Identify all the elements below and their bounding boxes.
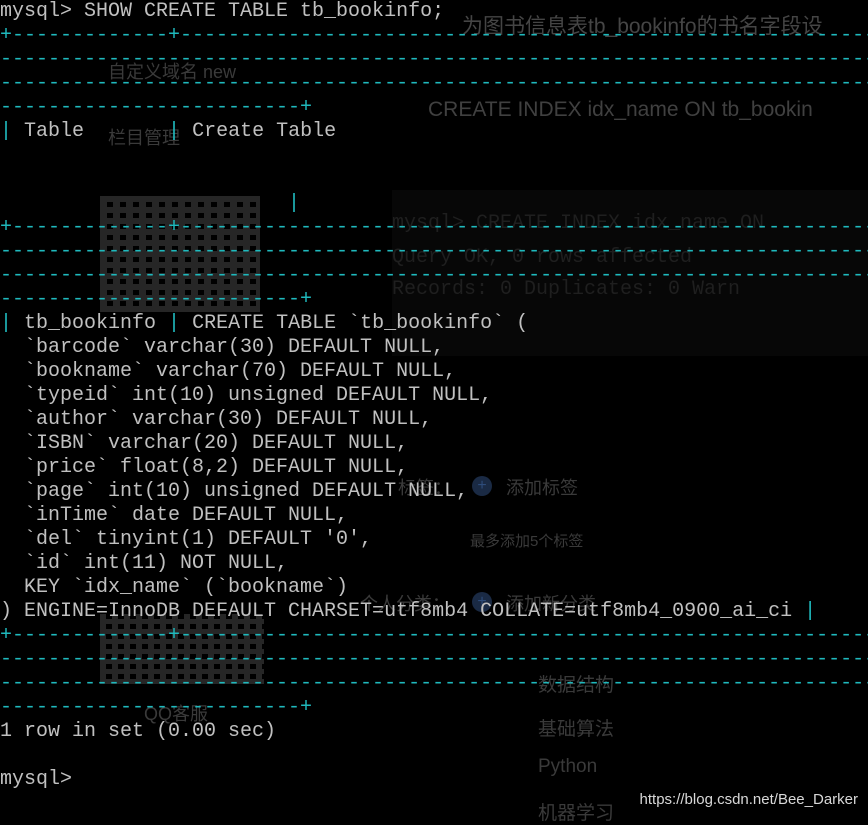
column-separator: |: [804, 600, 817, 623]
table-border-line: +-------------+-------------------------…: [0, 624, 868, 647]
watermark-url: https://blog.csdn.net/Bee_Darker: [639, 791, 858, 808]
table-row-line: `typeid` int(10) unsigned DEFAULT NULL,: [0, 384, 493, 407]
table-border-line: -------------------------+: [0, 696, 313, 719]
table-border-line: -------------------------+: [0, 288, 313, 311]
table-border-line: ----------------------------------------…: [0, 72, 868, 95]
mysql-prompt-line: mysql> SHOW CREATE TABLE tb_bookinfo;: [0, 0, 445, 23]
mysql-prompt-line: mysql>: [0, 768, 73, 791]
table-row-line: `page` int(10) unsigned DEFAULT NULL,: [0, 480, 469, 503]
table-row-line: `del` tinyint(1) DEFAULT '0',: [0, 528, 373, 551]
column-separator: |: [168, 120, 181, 143]
column-separator: |: [0, 120, 13, 143]
table-border-line: +-------------+-------------------------…: [0, 216, 868, 239]
terminal-output[interactable]: mysql> SHOW CREATE TABLE tb_bookinfo; +--…: [0, 0, 868, 818]
table-row-line: `bookname` varchar(70) DEFAULT NULL,: [0, 360, 457, 383]
table-border-line: ----------------------------------------…: [0, 48, 868, 71]
table-row-line: KEY `idx_name` (`bookname`): [0, 576, 349, 599]
table-row-line: `author` varchar(30) DEFAULT NULL,: [0, 408, 433, 431]
table-row-line: `id` int(11) NOT NULL,: [0, 552, 289, 575]
table-border-line: ----------------------------------------…: [0, 264, 868, 287]
table-border-line: ----------------------------------------…: [0, 240, 868, 263]
column-separator: |: [0, 312, 13, 335]
table-row-line: | tb_bookinfo | CREATE TABLE `tb_bookinf…: [0, 312, 529, 335]
table-row-line: `inTime` date DEFAULT NULL,: [0, 504, 349, 527]
table-border-line: ----------------------------------------…: [0, 648, 868, 671]
table-row-line: `price` float(8,2) DEFAULT NULL,: [0, 456, 409, 479]
table-border-line: -------------------------+: [0, 96, 313, 119]
column-separator: |: [288, 192, 301, 215]
table-row-line: ) ENGINE=InnoDB DEFAULT CHARSET=utf8mb4 …: [0, 600, 817, 623]
table-header-line: |: [0, 192, 868, 216]
table-row-line: `ISBN` varchar(20) DEFAULT NULL,: [0, 432, 409, 455]
table-row-line: `barcode` varchar(30) DEFAULT NULL,: [0, 336, 445, 359]
query-result-status: 1 row in set (0.00 sec): [0, 720, 277, 743]
column-separator: |: [168, 312, 181, 335]
table-border-line: +-------------+-------------------------…: [0, 24, 868, 47]
table-border-line: ----------------------------------------…: [0, 672, 868, 695]
table-header-line: | Table | Create Table: [0, 120, 337, 143]
